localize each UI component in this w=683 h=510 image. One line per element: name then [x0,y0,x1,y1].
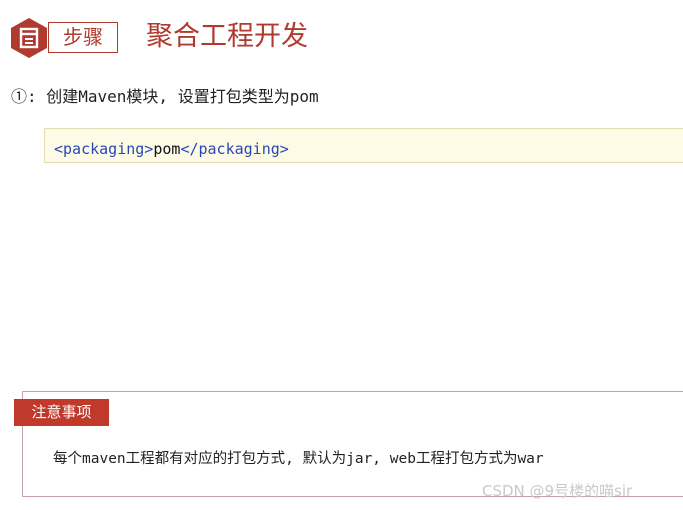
page-title: 聚合工程开发 [146,21,308,52]
instruction-text: ①: 创建Maven模块, 设置打包类型为pom [11,87,319,106]
code-line: <packaging>pom</packaging> [54,139,289,159]
note-label: 注意事项 [14,399,109,426]
watermark: CSDN @9号楼的喵sir [482,482,633,500]
code-close-tag: </packaging> [180,140,289,158]
code-open-tag: <packaging> [54,140,154,158]
code-value: pom [153,140,181,158]
code-block: <packaging>pom</packaging> [44,128,683,163]
document-hexagon-icon [11,18,47,58]
note-text: 每个maven工程都有对应的打包方式, 默认为jar, web工程打包方式为wa… [53,451,544,467]
step-label: 步骤 [48,22,118,53]
